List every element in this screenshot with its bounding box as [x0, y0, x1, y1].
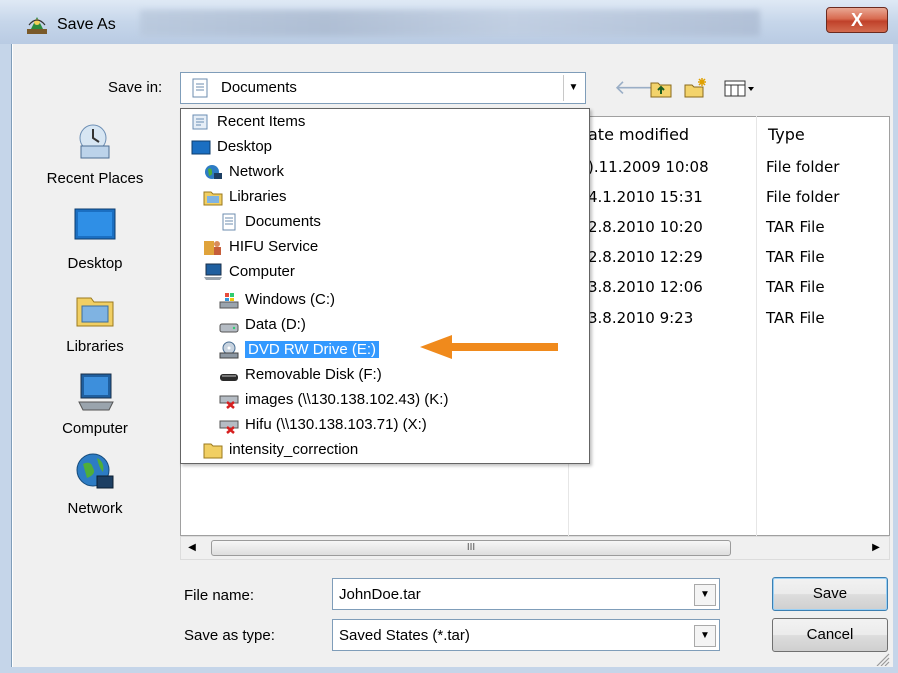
file-name-label: File name: [184, 587, 255, 604]
close-icon: X [850, 10, 863, 30]
blurred-background [140, 10, 760, 36]
chevron-down-icon[interactable]: ▼ [694, 584, 716, 606]
horizontal-scrollbar[interactable]: ◀ III ▶ [180, 536, 890, 560]
app-icon [27, 17, 47, 34]
dropdown-item-windows-c[interactable]: Windows (C:) [219, 287, 335, 312]
save-as-dialog: Save As X Save in: Documents ▼ 🡐 [0, 0, 898, 673]
folder-icon [203, 443, 223, 458]
scroll-right-icon[interactable]: ▶ [869, 539, 883, 557]
cancel-button[interactable]: Cancel [772, 618, 888, 652]
save-in-dropdown-list[interactable]: Recent Items Desktop Network Libraries D… [180, 108, 590, 464]
back-arrow-icon[interactable]: 🡐 [614, 76, 668, 100]
computer-icon [204, 263, 222, 280]
dropdown-item-images-k[interactable]: images (\\130.138.102.43) (K:) [219, 387, 448, 412]
row-type[interactable]: File folder [766, 158, 839, 176]
dropdown-item-computer[interactable]: Computer [203, 259, 295, 284]
place-computer[interactable]: Computer [20, 370, 170, 437]
window-frame-right [893, 44, 898, 673]
dropdown-item-documents[interactable]: Documents [219, 209, 321, 234]
place-label: Computer [62, 420, 128, 437]
place-desktop[interactable]: Desktop [20, 205, 170, 272]
windows-drive-icon [219, 292, 239, 308]
disconnected-network-drive-icon [219, 420, 239, 434]
save-in-value: Documents [221, 79, 297, 96]
window-title: Save As [57, 16, 116, 33]
disconnected-network-drive-icon [219, 395, 239, 409]
place-recent-places[interactable]: Recent Places [20, 120, 170, 187]
network-icon [76, 453, 114, 489]
row-date[interactable]: 4.1.2010 15:31 [588, 188, 703, 206]
close-button[interactable]: X [826, 7, 888, 33]
row-type[interactable]: File folder [766, 188, 839, 206]
dropdown-item-hifu-x[interactable]: Hifu (\\130.138.103.71) (X:) [219, 412, 427, 437]
dropdown-item-intensity-correction[interactable]: intensity_correction [203, 437, 358, 462]
row-type[interactable]: TAR File [766, 248, 825, 266]
save-button[interactable]: Save [772, 577, 888, 611]
place-label: Libraries [66, 338, 124, 355]
dvd-drive-icon [219, 341, 239, 358]
dropdown-item-libraries[interactable]: Libraries [203, 184, 287, 209]
save-as-type-label: Save as type: [184, 627, 275, 644]
computer-icon [78, 373, 114, 411]
place-libraries[interactable]: Libraries [20, 288, 170, 355]
window-frame-left [0, 44, 12, 673]
file-name-combobox[interactable]: JohnDoe.tar ▼ [332, 578, 720, 610]
row-date[interactable]: 2.8.2010 12:29 [588, 248, 703, 266]
chevron-down-icon[interactable]: ▼ [563, 75, 583, 101]
removable-disk-icon [220, 373, 238, 381]
column-separator [756, 116, 757, 536]
row-date[interactable]: 3.8.2010 9:23 [588, 309, 693, 327]
row-type[interactable]: TAR File [766, 278, 825, 296]
column-header-date-modified[interactable]: ate modified [588, 125, 689, 144]
row-date[interactable]: ).11.2009 10:08 [588, 158, 709, 176]
dropdown-item-network[interactable]: Network [203, 159, 284, 184]
network-icon [205, 164, 222, 179]
row-type[interactable]: TAR File [766, 309, 825, 327]
user-folder-icon [204, 240, 221, 255]
libraries-icon [203, 191, 223, 205]
place-label: Network [67, 500, 123, 517]
row-date[interactable]: 3.8.2010 12:06 [588, 278, 703, 296]
dropdown-item-dvd-rw-drive-e[interactable]: DVD RW Drive (E:) [219, 337, 380, 362]
view-menu-icon[interactable] [722, 76, 758, 100]
file-name-value[interactable]: JohnDoe.tar [339, 586, 421, 603]
new-folder-icon[interactable] [682, 76, 708, 100]
libraries-icon [76, 297, 114, 327]
recent-places-icon [79, 124, 110, 159]
dropdown-item-removable-disk-f[interactable]: Removable Disk (F:) [219, 362, 382, 387]
row-date[interactable]: 2.8.2010 10:20 [588, 218, 703, 236]
document-icon [192, 78, 208, 98]
dropdown-item-recent-items[interactable]: Recent Items [191, 109, 305, 134]
resize-grip-icon[interactable] [872, 650, 890, 666]
scrollbar-thumb[interactable]: III [211, 540, 731, 556]
dropdown-item-data-d[interactable]: Data (D:) [219, 312, 306, 337]
save-as-type-combobox[interactable]: Saved States (*.tar) ▼ [332, 619, 720, 651]
hard-drive-icon [219, 323, 239, 332]
place-label: Recent Places [46, 170, 144, 187]
place-network[interactable]: Network [20, 450, 170, 517]
save-in-label: Save in: [108, 79, 163, 96]
title-bar[interactable]: Save As X [0, 0, 898, 44]
recent-items-icon [192, 114, 208, 129]
dropdown-item-hifu-service[interactable]: HIFU Service [203, 234, 318, 259]
dropdown-item-desktop[interactable]: Desktop [191, 134, 272, 159]
save-as-type-value[interactable]: Saved States (*.tar) [339, 627, 470, 644]
up-folder-icon[interactable] [648, 76, 674, 100]
save-in-combobox[interactable]: Documents ▼ [180, 72, 586, 104]
annotation-arrow-icon [420, 335, 558, 359]
chevron-down-icon[interactable]: ▼ [694, 625, 716, 647]
desktop-icon [191, 140, 211, 154]
place-label: Desktop [67, 255, 123, 272]
column-header-type[interactable]: Type [768, 125, 805, 144]
row-type[interactable]: TAR File [766, 218, 825, 236]
document-icon [222, 213, 236, 230]
window-frame-bottom [0, 667, 898, 673]
scroll-left-icon[interactable]: ◀ [183, 539, 201, 557]
desktop-icon [74, 208, 116, 240]
